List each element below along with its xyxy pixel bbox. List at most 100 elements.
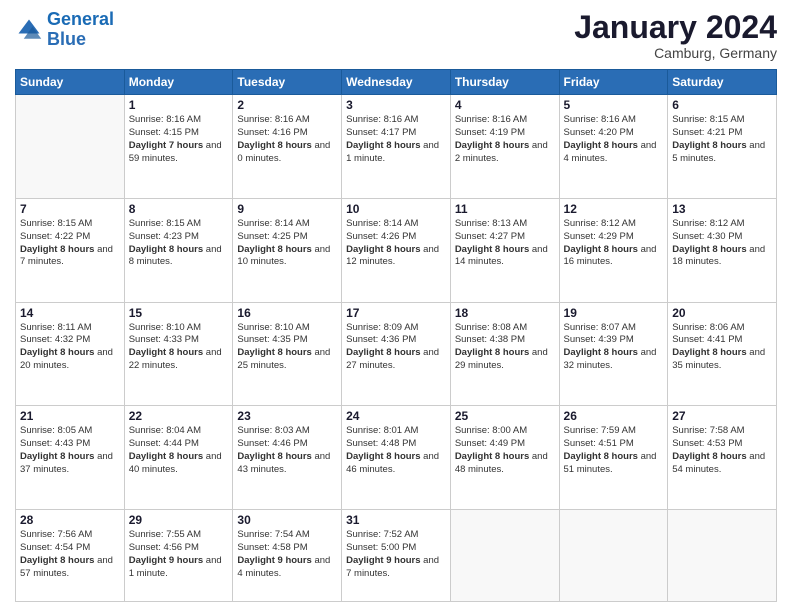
day-number: 1 <box>129 98 229 112</box>
day-info: Sunrise: 8:16 AMSunset: 4:16 PMDaylight … <box>237 114 337 165</box>
day-info: Sunrise: 7:58 AMSunset: 4:53 PMDaylight … <box>672 425 772 476</box>
day-number: 21 <box>20 409 120 423</box>
calendar-cell: 27Sunrise: 7:58 AMSunset: 4:53 PMDayligh… <box>668 406 777 510</box>
calendar-cell: 14 Sunrise: 8:11 AMSunset: 4:32 PMDayligh… <box>16 302 125 406</box>
calendar-cell: 29Sunrise: 7:55 AMSunset: 4:56 PMDayligh… <box>124 510 233 602</box>
calendar-cell: 24 Sunrise: 8:01 AMSunset: 4:48 PMDayligh… <box>342 406 451 510</box>
calendar-cell: 1 Sunrise: 8:16 AMSunset: 4:15 PMDaylight… <box>124 95 233 199</box>
calendar-cell: 4 Sunrise: 8:16 AMSunset: 4:19 PMDaylight… <box>450 95 559 199</box>
calendar-cell: 22Sunrise: 8:04 AMSunset: 4:44 PMDayligh… <box>124 406 233 510</box>
calendar-cell: 20Sunrise: 8:06 AMSunset: 4:41 PMDayligh… <box>668 302 777 406</box>
day-info: Sunrise: 8:15 AMSunset: 4:23 PMDaylight … <box>129 218 229 269</box>
page: General Blue January 2024 Camburg, Germa… <box>0 0 792 612</box>
calendar-table: Sunday Monday Tuesday Wednesday Thursday… <box>15 69 777 602</box>
calendar-header-row: Sunday Monday Tuesday Wednesday Thursday… <box>16 70 777 95</box>
calendar-cell: 31 Sunrise: 7:52 AMSunset: 5:00 PMDayligh… <box>342 510 451 602</box>
day-number: 14 <box>20 306 120 320</box>
calendar-cell: 19 Sunrise: 8:07 AMSunset: 4:39 PMDayligh… <box>559 302 668 406</box>
calendar-cell: 16Sunrise: 8:10 AMSunset: 4:35 PMDayligh… <box>233 302 342 406</box>
day-number: 23 <box>237 409 337 423</box>
day-number: 9 <box>237 202 337 216</box>
day-info: Sunrise: 8:16 AMSunset: 4:15 PMDaylight … <box>129 114 229 165</box>
day-info: Sunrise: 8:16 AMSunset: 4:17 PMDaylight … <box>346 114 446 165</box>
day-number: 11 <box>455 202 555 216</box>
day-info: Sunrise: 8:15 AMSunset: 4:22 PMDaylight … <box>20 218 120 269</box>
day-info: Sunrise: 8:13 AMSunset: 4:27 PMDaylight … <box>455 218 555 269</box>
calendar-cell: 10 Sunrise: 8:14 AMSunset: 4:26 PMDayligh… <box>342 198 451 302</box>
calendar-cell <box>16 95 125 199</box>
calendar-cell: 6Sunrise: 8:15 AMSunset: 4:21 PMDaylight… <box>668 95 777 199</box>
calendar-cell <box>559 510 668 602</box>
day-number: 29 <box>129 513 229 527</box>
logo: General Blue <box>15 10 114 50</box>
day-number: 30 <box>237 513 337 527</box>
day-number: 5 <box>564 98 664 112</box>
calendar-cell: 17 Sunrise: 8:09 AMSunset: 4:36 PMDayligh… <box>342 302 451 406</box>
calendar-cell: 26Sunrise: 7:59 AMSunset: 4:51 PMDayligh… <box>559 406 668 510</box>
day-info: Sunrise: 8:00 AMSunset: 4:49 PMDaylight … <box>455 425 555 476</box>
col-monday: Monday <box>124 70 233 95</box>
logo-text: General Blue <box>47 10 114 50</box>
calendar-cell: 18Sunrise: 8:08 AMSunset: 4:38 PMDayligh… <box>450 302 559 406</box>
day-info: Sunrise: 7:54 AMSunset: 4:58 PMDaylight … <box>237 529 337 580</box>
day-info: Sunrise: 8:11 AMSunset: 4:32 PMDaylight … <box>20 322 120 373</box>
day-info: Sunrise: 8:10 AMSunset: 4:33 PMDaylight … <box>129 322 229 373</box>
day-info: Sunrise: 8:14 AMSunset: 4:25 PMDaylight … <box>237 218 337 269</box>
logo-icon <box>15 16 43 44</box>
day-number: 13 <box>672 202 772 216</box>
day-info: Sunrise: 8:09 AMSunset: 4:36 PMDaylight … <box>346 322 446 373</box>
day-number: 22 <box>129 409 229 423</box>
day-number: 12 <box>564 202 664 216</box>
day-info: Sunrise: 7:56 AMSunset: 4:54 PMDaylight … <box>20 529 120 580</box>
day-info: Sunrise: 8:16 AMSunset: 4:20 PMDaylight … <box>564 114 664 165</box>
calendar-cell: 3Sunrise: 8:16 AMSunset: 4:17 PMDaylight… <box>342 95 451 199</box>
calendar-cell: 8 Sunrise: 8:15 AMSunset: 4:23 PMDaylight… <box>124 198 233 302</box>
week-row-1: 1 Sunrise: 8:16 AMSunset: 4:15 PMDaylight… <box>16 95 777 199</box>
col-tuesday: Tuesday <box>233 70 342 95</box>
day-number: 19 <box>564 306 664 320</box>
calendar-cell: 25 Sunrise: 8:00 AMSunset: 4:49 PMDayligh… <box>450 406 559 510</box>
calendar-cell: 23 Sunrise: 8:03 AMSunset: 4:46 PMDayligh… <box>233 406 342 510</box>
location: Camburg, Germany <box>574 45 777 61</box>
day-info: Sunrise: 8:06 AMSunset: 4:41 PMDaylight … <box>672 322 772 373</box>
calendar-cell: 9 Sunrise: 8:14 AMSunset: 4:25 PMDaylight… <box>233 198 342 302</box>
day-info: Sunrise: 8:15 AMSunset: 4:21 PMDaylight … <box>672 114 772 165</box>
col-thursday: Thursday <box>450 70 559 95</box>
day-info: Sunrise: 8:12 AMSunset: 4:30 PMDaylight … <box>672 218 772 269</box>
day-info: Sunrise: 8:16 AMSunset: 4:19 PMDaylight … <box>455 114 555 165</box>
week-row-5: 28 Sunrise: 7:56 AMSunset: 4:54 PMDayligh… <box>16 510 777 602</box>
day-number: 25 <box>455 409 555 423</box>
calendar-cell: 2 Sunrise: 8:16 AMSunset: 4:16 PMDaylight… <box>233 95 342 199</box>
day-number: 18 <box>455 306 555 320</box>
day-number: 2 <box>237 98 337 112</box>
day-info: Sunrise: 8:03 AMSunset: 4:46 PMDaylight … <box>237 425 337 476</box>
day-info: Sunrise: 8:07 AMSunset: 4:39 PMDaylight … <box>564 322 664 373</box>
title-section: January 2024 Camburg, Germany <box>574 10 777 61</box>
calendar-cell: 21Sunrise: 8:05 AMSunset: 4:43 PMDayligh… <box>16 406 125 510</box>
day-info: Sunrise: 8:14 AMSunset: 4:26 PMDaylight … <box>346 218 446 269</box>
day-info: Sunrise: 8:01 AMSunset: 4:48 PMDaylight … <box>346 425 446 476</box>
day-number: 10 <box>346 202 446 216</box>
col-wednesday: Wednesday <box>342 70 451 95</box>
day-number: 4 <box>455 98 555 112</box>
day-number: 31 <box>346 513 446 527</box>
calendar-cell <box>668 510 777 602</box>
calendar-cell: 28 Sunrise: 7:56 AMSunset: 4:54 PMDayligh… <box>16 510 125 602</box>
calendar-cell: 15Sunrise: 8:10 AMSunset: 4:33 PMDayligh… <box>124 302 233 406</box>
day-info: Sunrise: 7:59 AMSunset: 4:51 PMDaylight … <box>564 425 664 476</box>
week-row-4: 21Sunrise: 8:05 AMSunset: 4:43 PMDayligh… <box>16 406 777 510</box>
day-number: 24 <box>346 409 446 423</box>
calendar-cell: 5 Sunrise: 8:16 AMSunset: 4:20 PMDaylight… <box>559 95 668 199</box>
week-row-2: 7 Sunrise: 8:15 AMSunset: 4:22 PMDaylight… <box>16 198 777 302</box>
week-row-3: 14 Sunrise: 8:11 AMSunset: 4:32 PMDayligh… <box>16 302 777 406</box>
day-info: Sunrise: 8:12 AMSunset: 4:29 PMDaylight … <box>564 218 664 269</box>
day-number: 17 <box>346 306 446 320</box>
col-friday: Friday <box>559 70 668 95</box>
day-number: 16 <box>237 306 337 320</box>
col-saturday: Saturday <box>668 70 777 95</box>
day-info: Sunrise: 7:52 AMSunset: 5:00 PMDaylight … <box>346 529 446 580</box>
calendar-cell <box>450 510 559 602</box>
day-number: 7 <box>20 202 120 216</box>
day-number: 8 <box>129 202 229 216</box>
day-number: 28 <box>20 513 120 527</box>
